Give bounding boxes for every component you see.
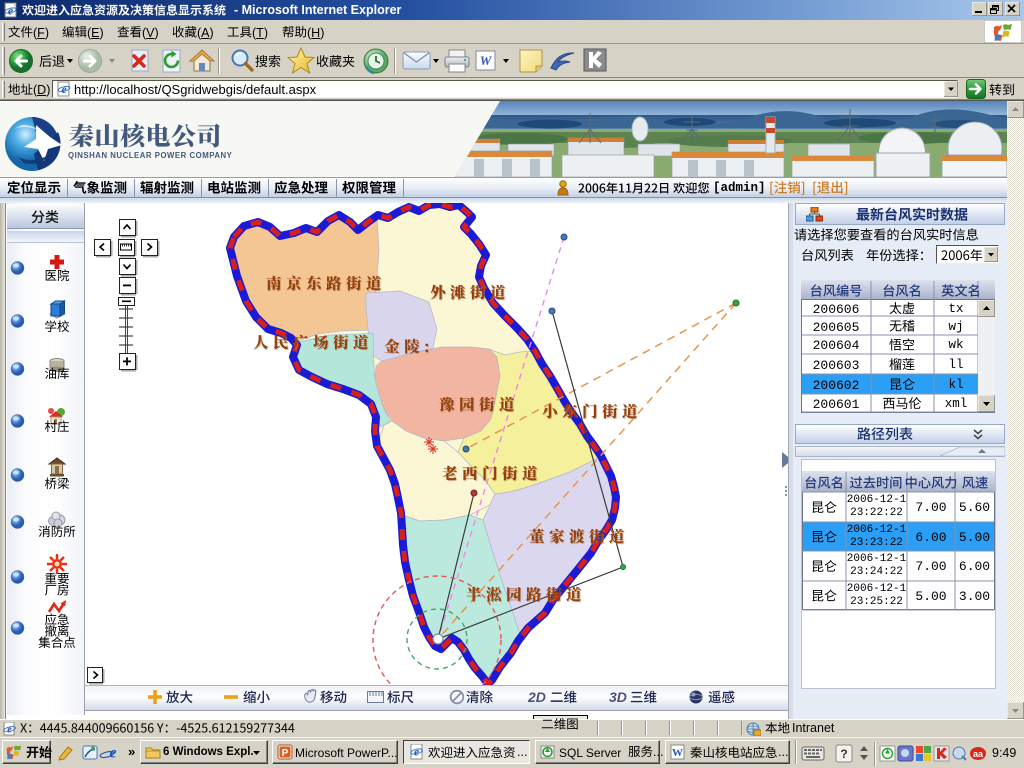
svg-text:e: e — [414, 747, 419, 759]
svg-text:P: P — [282, 748, 289, 759]
svg-text:W: W — [672, 747, 683, 759]
svg-text:?: ? — [840, 747, 847, 761]
svg-text:e: e — [109, 745, 116, 762]
svg-text:aa: aa — [973, 749, 984, 759]
svg-text:e: e — [7, 725, 12, 736]
